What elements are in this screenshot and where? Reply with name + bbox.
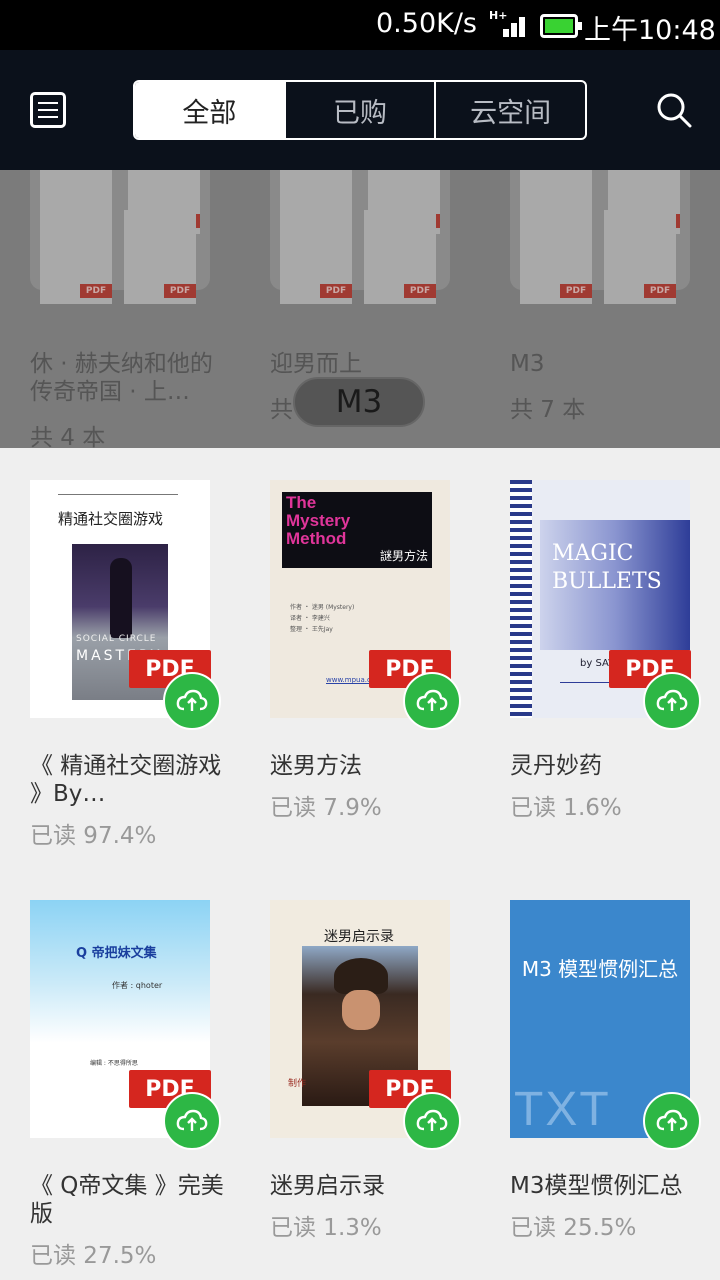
tab-purchased[interactable]: 已购 [283, 82, 435, 138]
network-speed: 0.50K/s [376, 8, 477, 39]
folder-name: M3 [510, 351, 545, 377]
read-progress: 已读 25.5% [510, 1215, 637, 1241]
battery-icon [540, 14, 582, 38]
folder-overlay: PDF PDF PDF PDF PDF PDF PDF PDF PDF PDF … [0, 170, 720, 448]
cloud-upload-icon[interactable] [163, 672, 221, 730]
book-title: 《 精通社交圈游戏 》By… [30, 753, 222, 807]
tab-bar: 全部 已购 云空间 [133, 80, 587, 140]
clock: 上午10:48 [584, 15, 716, 46]
tab-all[interactable]: 全部 [135, 82, 284, 138]
folder-count: 共 7 本 [510, 397, 586, 423]
folder-name: 迎男而上 [270, 351, 362, 377]
cloud-upload-icon[interactable] [643, 672, 701, 730]
folder-name: 休 · 赫夫纳和他的传奇帝国 · 上… [30, 351, 213, 405]
cloud-upload-icon[interactable] [403, 1092, 461, 1150]
book-title: 灵丹妙药 [510, 753, 602, 779]
cloud-upload-icon[interactable] [163, 1092, 221, 1150]
cloud-upload-icon[interactable] [403, 672, 461, 730]
app-header: 全部 已购 云空间 [0, 50, 720, 170]
read-progress: 已读 7.9% [270, 795, 382, 821]
book-title: M3模型惯例汇总 [510, 1173, 683, 1199]
read-progress: 已读 27.5% [30, 1243, 157, 1269]
folder-count: 共 4 本 [30, 425, 106, 448]
read-progress: 已读 97.4% [30, 823, 157, 849]
read-progress: 已读 1.6% [510, 795, 622, 821]
tab-cloud[interactable]: 云空间 [434, 82, 585, 138]
menu-icon[interactable] [30, 92, 66, 128]
current-folder-badge: M3 [293, 377, 425, 427]
read-progress: 已读 1.3% [270, 1215, 382, 1241]
signal-icon: H+ [489, 9, 531, 41]
status-bar: 0.50K/s H+ 上午10:48 [0, 0, 720, 50]
search-icon[interactable] [656, 92, 692, 128]
book-title: 迷男启示录 [270, 1173, 385, 1199]
book-title: 迷男方法 [270, 753, 362, 779]
book-title: 《 Q帝文集 》完美版 [30, 1173, 224, 1227]
cloud-upload-icon[interactable] [643, 1092, 701, 1150]
